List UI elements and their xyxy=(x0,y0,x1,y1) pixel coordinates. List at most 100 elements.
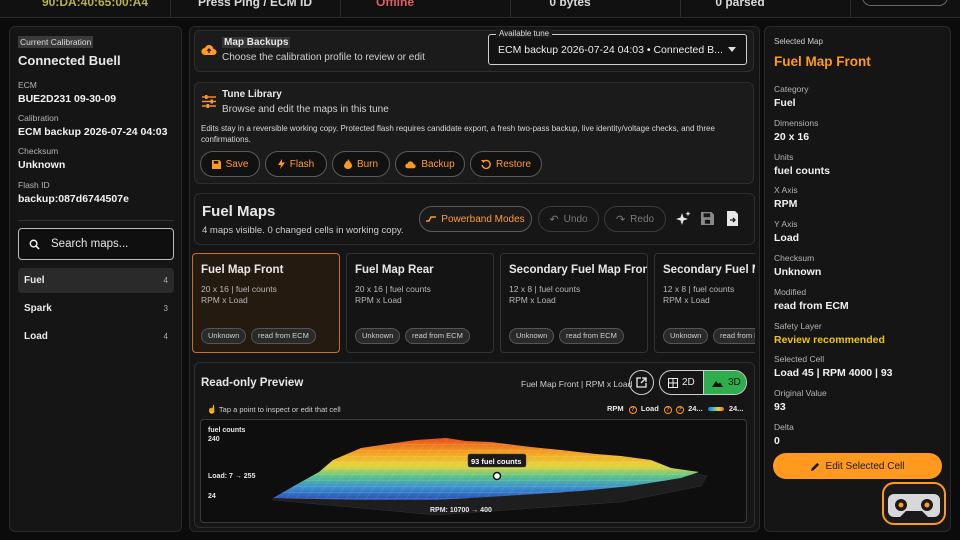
map-card-fuel-rear[interactable]: Fuel Map Rear 20 x 16 | fuel counts RPM … xyxy=(346,253,494,353)
load-axis-label[interactable]: Load xyxy=(641,404,659,413)
help-icon[interactable]: ? xyxy=(675,406,684,414)
undo-button[interactable]: ↶ Undo xyxy=(538,206,599,232)
top-status-bar: 90:DA:40:65:00:A4 Press Ping / ECM ID Of… xyxy=(0,0,960,18)
top-action-button[interactable] xyxy=(862,0,948,6)
field-label: Units xyxy=(774,152,794,162)
mac-address: 90:DA:40:65:00:A4 xyxy=(41,0,149,9)
field-label: Dimensions xyxy=(774,118,819,128)
save-icon xyxy=(211,159,221,169)
view-3d-button[interactable]: 3D xyxy=(703,371,746,394)
auto-tune-sparkle-icon[interactable] xyxy=(675,211,691,227)
gamepad-button[interactable] xyxy=(882,482,946,525)
sidebar-item-spark[interactable]: Spark 3 xyxy=(18,296,174,321)
preview-title: Read-only Preview xyxy=(201,377,304,389)
parsed-count: 0 parsed xyxy=(715,0,765,9)
field-value: fuel counts xyxy=(774,165,831,177)
search-input[interactable]: Search maps... xyxy=(18,228,174,260)
field-label: Delta xyxy=(774,422,794,432)
backup-button[interactable]: Backup xyxy=(395,151,465,177)
map-card-fuel-front[interactable]: Fuel Map Front 20 x 16 | fuel counts RPM… xyxy=(192,253,340,353)
redo-button[interactable]: ↷ Redo xyxy=(604,206,666,232)
selected-map-header: Selected Map xyxy=(774,37,823,46)
restore-button-label: Restore xyxy=(495,158,531,170)
flash-button[interactable]: Flash xyxy=(265,151,327,177)
sidebar-item-fuel[interactable]: Fuel 4 xyxy=(18,268,174,293)
ping-label[interactable]: Press Ping / ECM ID xyxy=(175,0,335,13)
selected-point xyxy=(492,471,502,481)
z-axis-label: fuel counts xyxy=(208,427,246,434)
redo-icon: ↷ xyxy=(615,213,626,226)
save-button[interactable]: Save xyxy=(200,151,260,177)
map-backups-subtitle: Choose the calibration profile to review… xyxy=(222,52,425,63)
powerband-modes-label: Powerband Modes xyxy=(441,213,525,225)
search-placeholder: Search maps... xyxy=(51,238,129,250)
surface-plot[interactable]: fuel counts 240 24 Load: 7 → 255 RPM: 10… xyxy=(200,419,747,523)
sidebar-item-label: Fuel xyxy=(24,275,45,286)
map-card-dims: 12 x 8 | fuel counts xyxy=(663,284,735,294)
powerband-modes-button[interactable]: Powerband Modes xyxy=(419,206,532,232)
tune-select-value: ECM backup 2026-07-24 04:03 • Connected … xyxy=(498,44,723,56)
field-value: 20 x 16 xyxy=(774,131,810,143)
field-label: Category xyxy=(774,84,809,94)
point-tooltip: 93 fuel counts xyxy=(471,457,522,466)
field-value: Fuel xyxy=(774,97,796,109)
help-icon[interactable]: ? xyxy=(628,406,637,414)
bike-name: Connected Buell xyxy=(18,53,121,68)
tune-sliders-icon xyxy=(202,95,216,108)
field-label: Safety Layer xyxy=(774,321,822,331)
field-value: 0 xyxy=(774,435,780,447)
checksum-chip: Unknown xyxy=(509,328,555,344)
source-chip: read from ECM xyxy=(559,328,624,344)
tap-hand-icon: ☝ xyxy=(207,405,217,414)
sidebar-item-label: Load xyxy=(24,331,48,342)
export-file-icon[interactable] xyxy=(727,211,740,226)
map-card-title: Secondary Fuel Ma xyxy=(663,264,755,276)
fuel-maps-subtitle: 4 maps visible. 0 changed cells in worki… xyxy=(202,225,404,236)
help-icon[interactable]: ? xyxy=(663,406,672,414)
divider xyxy=(18,220,174,221)
flash-id-label: Flash ID xyxy=(18,180,50,190)
view-2d-button[interactable]: 2D xyxy=(660,371,703,394)
open-external-button[interactable] xyxy=(629,370,654,395)
map-card-title: Fuel Map Front xyxy=(201,264,284,276)
flash-button-label: Flash xyxy=(289,158,315,170)
grid-icon xyxy=(668,378,678,388)
z-axis-min: 24 xyxy=(208,493,216,500)
sidebar-item-load[interactable]: Load 4 xyxy=(18,324,174,349)
view-mode-toggle: 2D 3D xyxy=(659,370,747,395)
edit-selected-cell-button[interactable]: Edit Selected Cell xyxy=(773,453,942,479)
checksum-chip: Unknown xyxy=(201,328,247,344)
preview-hint-text: Tap a point to inspect or edit that cell xyxy=(218,405,341,414)
flash-bolt-icon xyxy=(277,159,285,169)
field-label: Modified xyxy=(774,287,807,297)
preview-context: Fuel Map Front | RPM x Load xyxy=(521,379,633,389)
field-label: X Axis xyxy=(774,185,798,195)
field-value: 93 xyxy=(774,401,786,413)
selected-map-name: Fuel Map Front xyxy=(774,54,871,69)
map-card-secondary-front[interactable]: Secondary Fuel Map Front 12 x 8 | fuel c… xyxy=(500,253,648,353)
rpm-axis-label[interactable]: RPM xyxy=(607,404,624,413)
calibration-label: Calibration xyxy=(18,113,59,123)
color-scale-legend xyxy=(707,407,724,412)
map-card-axes: RPM x Load xyxy=(355,295,402,305)
map-card-dims: 12 x 8 | fuel counts xyxy=(509,284,581,294)
tune-select[interactable]: Available tune ECM backup 2026-07-24 04:… xyxy=(488,29,747,65)
field-value: Load 45 | RPM 4000 | 93 xyxy=(774,367,893,379)
map-card-title: Secondary Fuel Map Front xyxy=(509,264,648,276)
save-map-icon[interactable] xyxy=(701,212,714,225)
burn-button[interactable]: Burn xyxy=(332,151,390,177)
map-card-title: Fuel Map Rear xyxy=(355,264,434,276)
view-3d-label: 3D xyxy=(728,377,741,388)
restore-button[interactable]: Restore xyxy=(470,151,542,177)
map-card-secondary-rear[interactable]: Secondary Fuel Ma 12 x 8 | fuel counts R… xyxy=(654,253,755,353)
sidebar-item-count: 4 xyxy=(163,276,168,285)
rpm-range-label: RPM: 10700 → 400 xyxy=(430,507,492,514)
checksum-chip: Unknown xyxy=(355,328,401,344)
search-icon xyxy=(29,239,40,250)
cloud-upload-icon xyxy=(405,160,416,168)
undo-label: Undo xyxy=(563,213,588,225)
checksum-chip: Unknown xyxy=(663,328,709,344)
axis-selector-row: RPM ? Load ? ? 24... 24... xyxy=(607,404,743,414)
field-value: Unknown xyxy=(774,266,822,278)
map-card-axes: RPM x Load xyxy=(509,295,556,305)
